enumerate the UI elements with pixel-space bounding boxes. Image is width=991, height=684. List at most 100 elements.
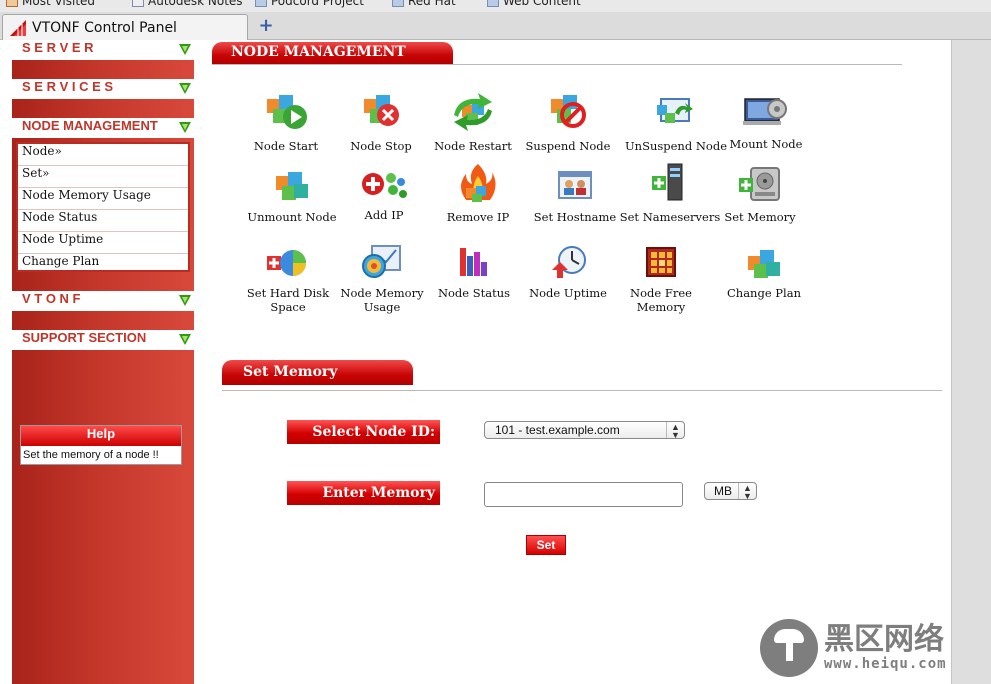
memory-value-input[interactable]	[484, 482, 683, 507]
browser-tab-active[interactable]: VTONF Control Panel	[2, 14, 248, 40]
menu-support-section-label: SUPPORT SECTION	[22, 330, 147, 345]
set-hostname-icon	[558, 171, 592, 199]
node-status-label: Node Status	[437, 286, 511, 300]
node-free-memory-label: Node Free Memory	[630, 286, 692, 314]
expand-arrow-icon[interactable]	[179, 83, 191, 94]
expand-arrow-icon[interactable]	[179, 334, 191, 345]
sidebar-item-node[interactable]: Node»	[18, 144, 188, 166]
page-content: S E R V E R S E R V I C E S NODE MANAGEM…	[0, 40, 951, 684]
mount-node-label: Mount Node	[729, 137, 803, 151]
set-hard-disk-space-action[interactable]: Set Hard Disk Space	[236, 244, 340, 314]
unsuspend-node-label: UnSuspend Node	[624, 139, 728, 153]
node-stop-action[interactable]: Node Stop	[329, 93, 433, 153]
expand-arrow-icon[interactable]	[179, 44, 191, 55]
sidebar-item-set[interactable]: Set»	[18, 166, 188, 188]
unsuspend-node-action[interactable]: UnSuspend Node	[624, 93, 728, 153]
memory-unit-select-value: MB	[714, 484, 732, 498]
bookmark-web-content[interactable]: Web Content	[487, 0, 581, 8]
node-uptime-action[interactable]: Node Uptime	[516, 244, 620, 300]
set-hostname-label: Set Hostname	[533, 210, 617, 224]
node-start-action[interactable]: Node Start	[234, 93, 338, 153]
menu-services[interactable]: S E R V I C E S	[12, 79, 194, 99]
mount-node-icon	[743, 98, 787, 125]
node-memory-usage-icon	[362, 245, 401, 278]
bookmark-page-icon	[487, 0, 499, 7]
sidebar-item-change-plan[interactable]: Change Plan	[18, 254, 188, 276]
sidebar-item-node-status[interactable]: Node Status	[18, 210, 188, 232]
add-ip-icon	[362, 173, 407, 198]
expand-arrow-icon[interactable]	[179, 295, 191, 306]
node-start-label: Node Start	[253, 139, 319, 153]
set-nameservers-icon	[652, 163, 683, 201]
page-scrollbar[interactable]	[951, 40, 991, 684]
watermark-url: www.heiqu.com	[824, 656, 947, 672]
node-free-memory-action[interactable]: Node Free Memory	[609, 244, 713, 314]
menu-vtonf[interactable]: V T O N F	[12, 291, 194, 311]
node-restart-icon	[454, 93, 492, 131]
node-stop-icon	[364, 95, 399, 126]
menu-services-label: S E R V I C E S	[22, 79, 114, 94]
change-plan-action[interactable]: Change Plan	[712, 246, 816, 300]
unmount-node-icon	[276, 172, 308, 200]
set-hard-disk-space-icon	[267, 250, 306, 276]
new-tab-button[interactable]: +	[258, 17, 274, 35]
vtonf-favicon-icon	[10, 19, 26, 36]
menu-node-management[interactable]: NODE MANAGEMENT	[12, 118, 194, 138]
form-title: Set Memory	[222, 360, 413, 385]
section-title: NODE MANAGEMENT	[212, 42, 453, 64]
bookmark-page-icon	[255, 0, 267, 7]
node-restart-action[interactable]: Node Restart	[421, 93, 525, 153]
add-ip-action[interactable]: Add IP	[332, 168, 436, 222]
remove-ip-action[interactable]: Remove IP	[426, 162, 530, 224]
node-start-icon	[267, 95, 307, 129]
unsuspend-node-icon	[657, 98, 693, 123]
node-status-action[interactable]: Node Status	[422, 244, 526, 300]
bookmark-folder-icon	[6, 0, 18, 7]
suspend-node-action[interactable]: Suspend Node	[516, 93, 620, 153]
bookmark-red-hat[interactable]: Red Hat	[392, 0, 456, 8]
bookmarks-toolbar: Most Visited Autodesk Notes Podcord Proj…	[0, 0, 991, 12]
menu-node-management-label: NODE MANAGEMENT	[22, 118, 158, 133]
set-hard-disk-space-label: Set Hard Disk Space	[246, 286, 330, 314]
set-nameservers-action[interactable]: Set Nameservers	[618, 162, 722, 224]
menu-server[interactable]: S E R V E R	[12, 40, 194, 60]
mount-node-action[interactable]: Mount Node	[714, 93, 818, 151]
set-button[interactable]: Set	[526, 535, 566, 555]
menu-server-label: S E R V E R	[22, 40, 94, 55]
watermark-logo-icon	[760, 619, 818, 677]
menu-vtonf-label: V T O N F	[22, 291, 81, 306]
set-memory-action[interactable]: Set Memory	[708, 166, 812, 224]
bookmark-page-icon	[132, 0, 144, 7]
help-text: Set the memory of a node !!	[23, 449, 159, 461]
menu-support-section[interactable]: SUPPORT SECTION	[12, 330, 194, 350]
remove-ip-label: Remove IP	[446, 210, 510, 224]
tab-strip: VTONF Control Panel +	[0, 12, 991, 40]
bookmark-autodesk-notes[interactable]: Autodesk Notes	[132, 0, 243, 8]
expand-arrow-icon[interactable]	[179, 122, 191, 133]
watermark-text: 黑区网络	[824, 622, 944, 657]
bookmark-podcord-project[interactable]: Podcord Project	[255, 0, 364, 8]
form-divider	[222, 390, 942, 391]
section-divider	[212, 64, 902, 65]
node-management-submenu: Node» Set» Node Memory Usage Node Status…	[16, 142, 190, 272]
sidebar-item-node-uptime[interactable]: Node Uptime	[18, 232, 188, 254]
memory-unit-select[interactable]: MB ▲ ▼	[704, 482, 757, 501]
remove-ip-icon	[461, 164, 496, 202]
node-memory-usage-action[interactable]: Node Memory Usage	[330, 242, 434, 314]
node-uptime-icon	[552, 246, 586, 278]
node-id-select[interactable]: 101 - test.example.com ▲ ▼	[484, 421, 685, 440]
help-title: Help	[21, 426, 181, 447]
bookmark-most-visited[interactable]: Most Visited	[6, 0, 95, 8]
set-memory-label: Set Memory	[724, 210, 796, 224]
tab-title: VTONF Control Panel	[32, 19, 177, 36]
set-nameservers-label: Set Nameservers	[619, 210, 721, 224]
node-restart-label: Node Restart	[434, 139, 512, 153]
node-uptime-label: Node Uptime	[529, 286, 607, 300]
set-hostname-action[interactable]: Set Hostname	[523, 168, 627, 224]
add-ip-label: Add IP	[364, 208, 404, 222]
suspend-node-icon	[551, 95, 586, 128]
unmount-node-action[interactable]: Unmount Node	[240, 168, 344, 224]
node-id-select-value: 101 - test.example.com	[495, 423, 620, 437]
sidebar-item-node-memory-usage[interactable]: Node Memory Usage	[18, 188, 188, 210]
watermark: 黑区网络 www.heiqu.com	[760, 619, 947, 677]
